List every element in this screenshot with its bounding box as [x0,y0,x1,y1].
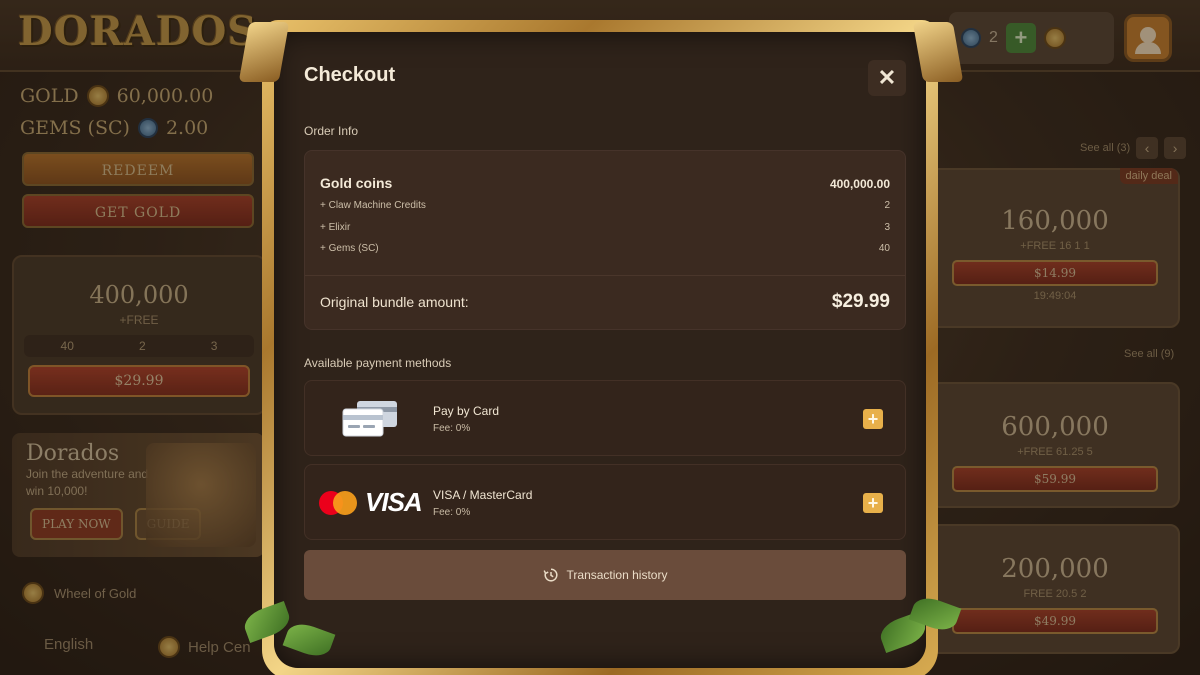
transaction-history-label: Transaction history [566,568,668,582]
order-summary: Gold coins 400,000.00 + Claw Machine Cre… [304,150,906,330]
payment-method-fee: Fee: 0% [433,507,471,518]
divider [305,275,905,276]
modal-title: Checkout [304,64,396,86]
plus-icon: + [867,409,879,429]
mastercard-icon [319,490,359,515]
add-payment-button[interactable]: + [863,493,883,513]
order-info-label: Order Info [304,124,359,138]
transaction-history-button[interactable]: Transaction history [304,550,906,600]
checkout-modal: Checkout ✕ Order Info Gold coins 400,000… [288,42,912,675]
payment-method-name: VISA / MasterCard [433,488,533,502]
payment-methods-label: Available payment methods [304,356,452,370]
order-total: Original bundle amount: $29.99 [320,291,890,312]
credit-cards-icon [342,401,397,437]
add-payment-button[interactable]: + [863,409,883,429]
close-icon: ✕ [877,65,897,90]
payment-method-name: Pay by Card [433,404,500,418]
close-button[interactable]: ✕ [868,60,906,96]
visa-logo: VISA [365,487,423,517]
order-line: + Elixir 3 [320,222,890,233]
plus-icon: + [867,493,879,513]
visa-mastercard-icon: VISA [319,487,423,518]
order-main-line: Gold coins 400,000.00 [320,175,890,191]
payment-method-visa-mastercard[interactable]: VISA VISA / MasterCard Fee: 0% + [304,464,906,540]
payment-method-fee: Fee: 0% [433,423,471,434]
order-line: + Claw Machine Credits 2 [320,200,890,211]
payment-method-card[interactable]: Pay by Card Fee: 0% + [304,380,906,456]
history-icon [543,568,558,582]
order-line: + Gems (SC) 40 [320,243,890,254]
